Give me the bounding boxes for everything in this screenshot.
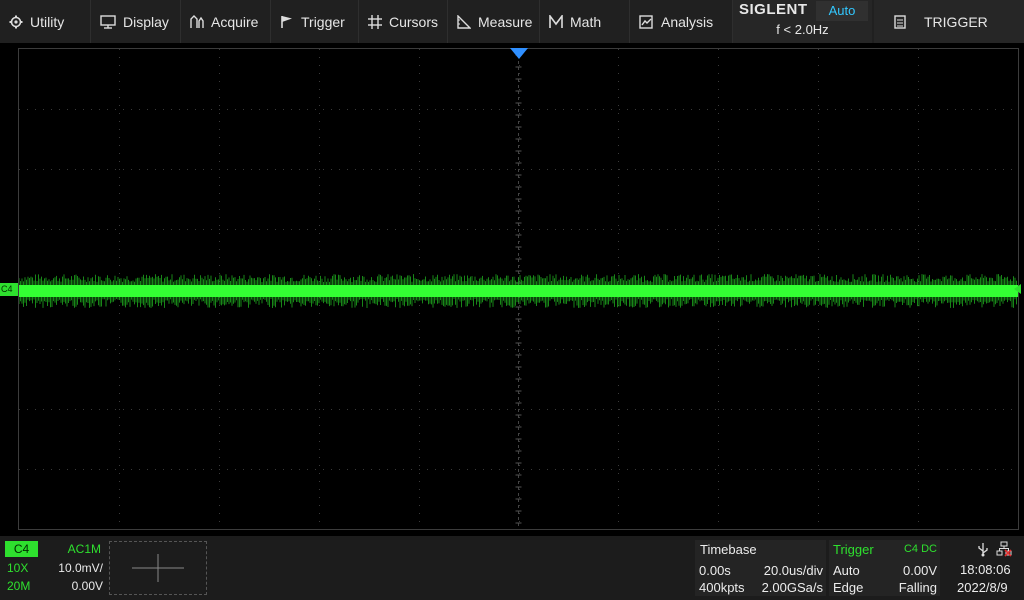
trigger-position-marker[interactable] bbox=[510, 48, 528, 59]
menu-acquire[interactable]: Acquire bbox=[181, 0, 271, 43]
memory-depth: 400kpts bbox=[699, 580, 745, 595]
trigger-level-marker[interactable] bbox=[1014, 284, 1021, 294]
trigger-source: C4 DC bbox=[903, 543, 937, 555]
trigger-type: Edge bbox=[833, 580, 864, 595]
channel-scale: 10.0mV/ bbox=[58, 561, 103, 575]
menu-measure-label: Measure bbox=[478, 13, 533, 30]
menu-analysis[interactable]: Analysis bbox=[630, 0, 733, 43]
monitor-icon bbox=[100, 14, 116, 29]
channel-offset: 0.00V bbox=[71, 579, 103, 593]
timebase-title: Timebase bbox=[700, 542, 757, 557]
waveform-display[interactable] bbox=[18, 48, 1019, 530]
menu-acquire-label: Acquire bbox=[211, 13, 259, 30]
flag-icon bbox=[281, 15, 292, 28]
timebase-scale: 20.0us/div bbox=[763, 563, 823, 578]
brand-logo: SIGLENT bbox=[739, 1, 808, 18]
trigger-title: Trigger bbox=[833, 542, 874, 557]
ruler-icon bbox=[457, 14, 471, 29]
menu-utility[interactable]: Utility bbox=[0, 0, 91, 43]
channel-bandwidth: 20M bbox=[7, 579, 31, 593]
usb-icon bbox=[978, 543, 988, 557]
channel-4-offset-marker[interactable]: C4 bbox=[0, 283, 18, 296]
brand-status-panel: SIGLENT Auto f < 2.0Hz bbox=[733, 0, 872, 43]
add-channel-button[interactable] bbox=[109, 541, 207, 595]
trigger-menu-button[interactable]: TRIGGER bbox=[874, 0, 1024, 43]
menu-utility-label: Utility bbox=[30, 13, 65, 30]
trigger-frequency: f < 2.0Hz bbox=[776, 22, 829, 37]
menu-math-label: Math bbox=[570, 13, 602, 30]
system-info: 18:08:06 2022/8/9 bbox=[944, 540, 1024, 596]
menu-trigger[interactable]: Trigger bbox=[271, 0, 359, 43]
menu-display[interactable]: Display bbox=[91, 0, 181, 43]
channel-name: C4 bbox=[5, 541, 38, 557]
network-icon bbox=[996, 541, 1012, 557]
crosshair-icon bbox=[368, 14, 382, 29]
menu-trigger-label: Trigger bbox=[301, 13, 345, 30]
menu-display-label: Display bbox=[123, 13, 169, 30]
menu-measure[interactable]: Measure bbox=[448, 0, 540, 43]
analysis-icon bbox=[639, 14, 653, 29]
menu-math[interactable]: Math bbox=[540, 0, 630, 43]
system-time: 18:08:06 bbox=[960, 562, 1011, 577]
menu-cursors[interactable]: Cursors bbox=[359, 0, 448, 43]
system-date: 2022/8/9 bbox=[957, 580, 1008, 595]
menu-cursors-label: Cursors bbox=[389, 13, 439, 30]
trigger-menu-label: TRIGGER bbox=[924, 13, 988, 30]
math-icon bbox=[549, 14, 563, 28]
channel-coupling: AC1M bbox=[67, 542, 101, 556]
plus-icon bbox=[132, 554, 184, 582]
timebase-panel[interactable]: Timebase 0.00s 20.0us/div 400kpts 2.00GS… bbox=[695, 540, 826, 596]
trigger-mode: Auto bbox=[833, 563, 860, 578]
clipboard-icon bbox=[894, 14, 906, 29]
trigger-slope: Falling bbox=[898, 580, 937, 595]
timebase-delay: 0.00s bbox=[699, 563, 731, 578]
channel-4-trace bbox=[19, 285, 1018, 297]
trigger-level: 0.00V bbox=[903, 563, 937, 578]
menu-bar: Utility Display Acquire Trigger Cursors … bbox=[0, 0, 1024, 43]
channel-4-info[interactable]: C4 AC1M 10X 10.0mV/ 20M 0.00V bbox=[5, 541, 105, 595]
menu-analysis-label: Analysis bbox=[661, 13, 714, 30]
acquire-icon bbox=[190, 14, 204, 28]
gear-icon bbox=[9, 15, 23, 28]
sample-rate: 2.00GSa/s bbox=[761, 580, 823, 595]
run-mode-badge[interactable]: Auto bbox=[816, 1, 868, 21]
waveform-svg bbox=[19, 49, 1018, 529]
channel-probe: 10X bbox=[7, 561, 29, 575]
trigger-panel[interactable]: Trigger C4 DC Auto 0.00V Edge Falling bbox=[829, 540, 940, 596]
